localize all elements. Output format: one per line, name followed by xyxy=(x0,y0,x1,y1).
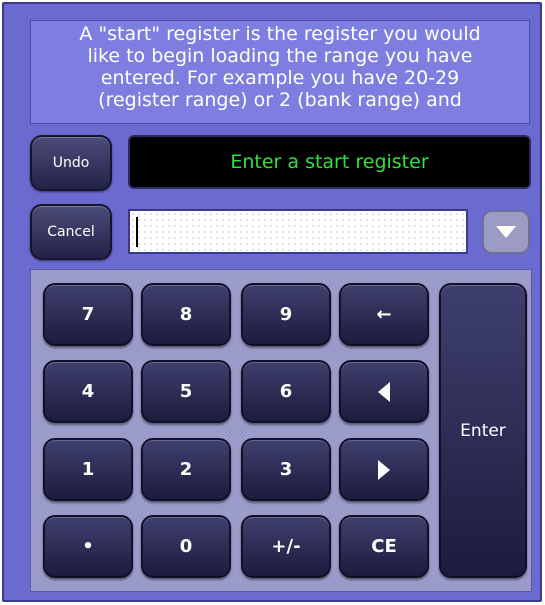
backspace-arrow-icon: ← xyxy=(376,304,392,325)
prompt-display: Enter a start register xyxy=(128,135,531,189)
backspace-key[interactable]: ← xyxy=(339,283,429,346)
decimal-key[interactable]: • xyxy=(43,515,133,578)
key-5[interactable]: 5 xyxy=(141,360,231,423)
key-9[interactable]: 9 xyxy=(241,283,331,346)
key-0[interactable]: 0 xyxy=(141,515,231,578)
help-text: A "start" register is the register you w… xyxy=(30,20,530,124)
help-line-2: like to begin loading the range you have xyxy=(87,45,473,67)
key-2[interactable]: 2 xyxy=(141,438,231,501)
keypad-dialog: A "start" register is the register you w… xyxy=(2,2,542,602)
key-6[interactable]: 6 xyxy=(241,360,331,423)
cursor-left-key[interactable] xyxy=(339,360,429,423)
triangle-left-icon xyxy=(378,381,390,402)
triangle-right-icon xyxy=(378,459,390,480)
key-3[interactable]: 3 xyxy=(241,438,331,501)
help-line-1: A "start" register is the register you w… xyxy=(79,23,481,45)
entry-field[interactable] xyxy=(128,209,468,254)
key-1[interactable]: 1 xyxy=(43,438,133,501)
plus-minus-key[interactable]: +/- xyxy=(241,515,331,578)
cursor-right-key[interactable] xyxy=(339,438,429,501)
help-line-4: (register range) or 2 (bank range) and xyxy=(98,89,462,111)
key-8[interactable]: 8 xyxy=(141,283,231,346)
enter-key[interactable]: Enter xyxy=(439,283,527,578)
chevron-down-icon xyxy=(496,226,516,238)
undo-button[interactable]: Undo xyxy=(30,135,112,191)
keypad: 7 8 9 ← 4 5 6 1 2 3 • 0 +/- CE Enter xyxy=(30,269,532,592)
key-7[interactable]: 7 xyxy=(43,283,133,346)
cancel-button[interactable]: Cancel xyxy=(30,204,112,260)
text-caret xyxy=(136,217,138,247)
dropdown-button[interactable] xyxy=(482,210,530,254)
key-4[interactable]: 4 xyxy=(43,360,133,423)
help-line-3: entered. For example you have 20-29 xyxy=(100,67,460,89)
clear-entry-key[interactable]: CE xyxy=(339,515,429,578)
